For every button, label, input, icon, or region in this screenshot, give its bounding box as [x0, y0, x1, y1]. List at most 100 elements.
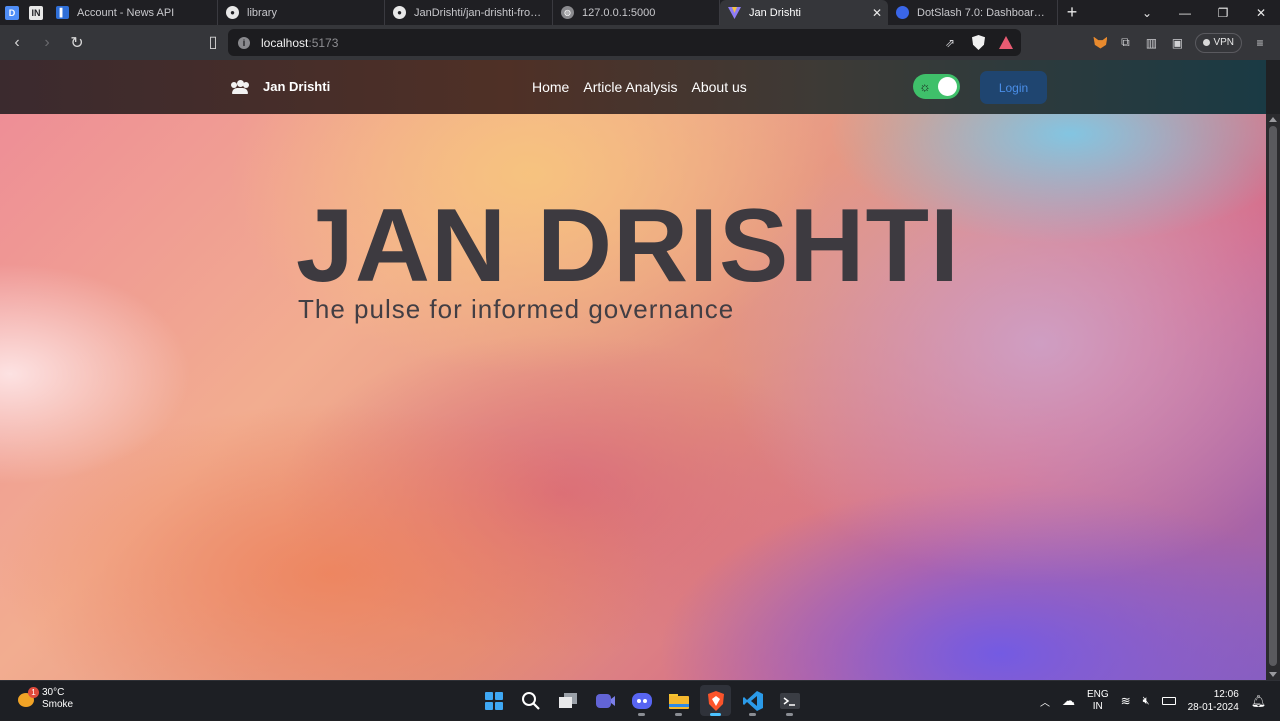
brand-name: Jan Drishti [263, 79, 331, 94]
nav-link-about-us[interactable]: About us [692, 79, 747, 95]
tab-localhost-5000[interactable]: ◍ 127.0.0.1:5000 [553, 0, 720, 25]
site-navbar: Jan Drishti Home Article Analysis About … [0, 60, 1266, 114]
tab-label: Account - News API [77, 6, 175, 19]
tab-jan-drishti[interactable]: Jan Drishti ✕ [720, 0, 888, 25]
discord-icon[interactable] [626, 685, 657, 716]
weather-widget[interactable]: 1 30°C Smoke [16, 687, 73, 711]
brand[interactable]: Jan Drishti [231, 79, 330, 94]
tab-strip: D IN ▌ Account - News API ● library ● Ja… [0, 0, 1280, 25]
github-icon: ● [393, 6, 406, 19]
reload-icon[interactable]: ↻ [64, 30, 90, 56]
clock-time: 12:06 [1213, 689, 1239, 700]
theme-toggle[interactable]: ☼ [913, 74, 960, 99]
sun-icon: ☼ [919, 79, 931, 94]
share-icon[interactable]: ⇗ [942, 35, 958, 51]
scrollbar-thumb[interactable] [1269, 126, 1277, 666]
toolbar-extensions: ⧉ ▥ ▣ VPN ≡ [1093, 25, 1280, 60]
bookmark-icon[interactable]: ▯ [200, 29, 226, 55]
close-window-icon[interactable]: ✕ [1242, 6, 1280, 20]
menu-icon[interactable]: ≡ [1252, 35, 1268, 51]
system-tray: ︿ ☁ ENG IN ≋ 🔇︎ 12:06 28-01-2024 🔔︎ [1040, 681, 1280, 721]
github-icon: ● [226, 6, 239, 19]
globe-icon: ◍ [561, 6, 574, 19]
hero-section: JAN DRISHTI The pulse for informed gover… [0, 114, 1266, 680]
terminal-icon[interactable] [774, 685, 805, 716]
brave-rewards-icon[interactable] [999, 36, 1013, 49]
site-info-icon[interactable]: i [238, 36, 250, 49]
back-icon[interactable]: ‹ [4, 30, 30, 56]
brave-shields-icon[interactable] [972, 35, 985, 50]
language-line2: IN [1092, 701, 1103, 712]
battery-icon[interactable] [1161, 697, 1176, 705]
tab-newsapi[interactable]: ▌ Account - News API [48, 0, 218, 25]
nav-links: Home Article Analysis About us [532, 79, 747, 95]
pinned-tab-2[interactable]: IN [24, 0, 48, 25]
task-view-icon[interactable] [552, 685, 583, 716]
tab-label: Jan Drishti [749, 6, 801, 19]
forward-icon[interactable]: › [34, 30, 60, 56]
devfolio-icon [896, 6, 909, 19]
address-bar[interactable]: i localhost:5173 ⇗ [228, 29, 1021, 56]
login-button[interactable]: Login [980, 71, 1047, 104]
hero-subtitle: The pulse for informed governance [298, 294, 735, 324]
pinned-tab-1[interactable]: D [0, 0, 24, 25]
new-tab-button[interactable]: + [1058, 0, 1086, 25]
restore-icon[interactable]: ❐ [1204, 6, 1242, 20]
indeed-pinned-icon: IN [29, 5, 43, 20]
teams-icon[interactable] [589, 685, 620, 716]
scroll-down-icon[interactable] [1269, 672, 1277, 677]
onedrive-icon[interactable]: ☁ [1062, 693, 1075, 709]
show-hidden-icons-icon[interactable]: ︿ [1040, 694, 1050, 709]
brave-icon[interactable] [700, 685, 731, 716]
taskbar-apps [478, 685, 805, 716]
vpn-label: VPN [1213, 37, 1234, 48]
scroll-up-icon[interactable] [1269, 117, 1277, 122]
notification-bell-icon[interactable]: 🔔︎ [1251, 694, 1266, 708]
sidebar-icon[interactable]: ▥ [1143, 35, 1159, 51]
volume-muted-icon[interactable]: 🔇︎ [1143, 695, 1150, 708]
language-line1: ENG [1086, 689, 1109, 700]
tab-library[interactable]: ● library [218, 0, 385, 25]
newsapi-icon: ▌ [56, 6, 69, 19]
tab-dotslash[interactable]: DotSlash 7.0: Dashboard | Devf [888, 0, 1058, 25]
nav-link-article-analysis[interactable]: Article Analysis [583, 79, 677, 95]
start-icon[interactable] [478, 685, 509, 716]
wallet-icon[interactable]: ▣ [1169, 35, 1185, 51]
toggle-knob [938, 77, 957, 96]
address-port: :5173 [308, 35, 339, 50]
devfolio-pinned-icon: D [5, 5, 19, 20]
windows-taskbar: 1 30°C Smoke ︿ ☁ ENG IN ≋ 🔇︎ 12:06 28-01… [0, 680, 1280, 720]
wifi-icon[interactable]: ≋ [1121, 694, 1131, 708]
vscode-icon[interactable] [737, 685, 768, 716]
clock-date: 28-01-2024 [1187, 702, 1239, 713]
weather-alert-badge: 1 [28, 687, 39, 698]
address-host: localhost [261, 35, 309, 50]
weather-temp: 30°C [42, 687, 65, 698]
extensions-icon[interactable]: ⧉ [1117, 35, 1133, 51]
browser-toolbar: ‹ › ↻ ▯ i localhost:5173 ⇗ ⧉ ▥ ▣ VPN ≡ [0, 25, 1280, 60]
vite-icon [728, 6, 741, 19]
web-page: Jan Drishti Home Article Analysis About … [0, 60, 1266, 680]
clock[interactable]: 12:06 28-01-2024 [1188, 688, 1239, 714]
minimize-icon[interactable]: — [1166, 6, 1204, 20]
vpn-shield-icon [1203, 39, 1211, 46]
tab-jandrishti-frontend[interactable]: ● JanDrishti/jan-drishti-frontend/ [385, 0, 553, 25]
metamask-icon[interactable] [1093, 36, 1108, 49]
language-indicator[interactable]: ENG IN [1087, 689, 1109, 713]
tab-label: 127.0.0.1:5000 [582, 6, 656, 19]
tab-search-icon[interactable]: ⌄ [1128, 6, 1166, 20]
people-icon [231, 79, 249, 94]
search-icon[interactable] [515, 685, 546, 716]
window-controls: ⌄ — ❐ ✕ [1128, 0, 1280, 25]
vpn-button[interactable]: VPN [1195, 32, 1242, 53]
tab-label: DotSlash 7.0: Dashboard | Devf [917, 6, 1049, 19]
weather-condition: Smoke [42, 699, 74, 710]
weather-icon: 1 [16, 687, 39, 708]
page-scrollbar[interactable] [1266, 114, 1280, 680]
file-explorer-icon[interactable] [663, 685, 694, 716]
close-tab-icon[interactable]: ✕ [872, 6, 882, 20]
tab-label: JanDrishti/jan-drishti-frontend/ [414, 6, 544, 19]
tab-label: library [247, 6, 277, 19]
hero-title: JAN DRISHTI [296, 188, 960, 304]
nav-link-home[interactable]: Home [532, 79, 569, 95]
